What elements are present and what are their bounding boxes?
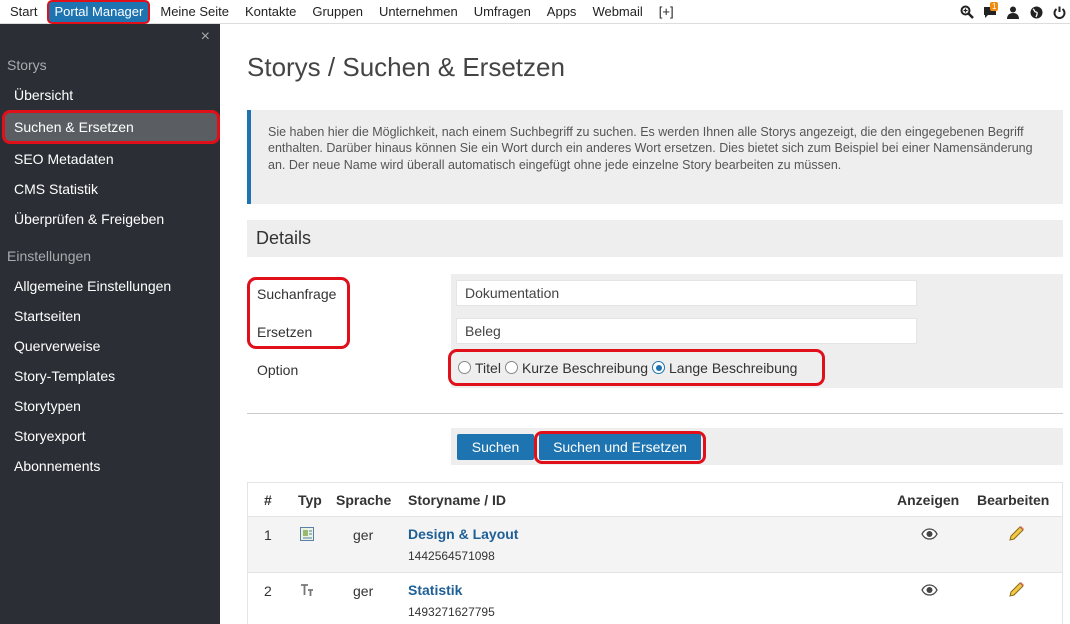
- nav-kontakte[interactable]: Kontakte: [237, 0, 304, 24]
- nav-webmail[interactable]: Webmail: [584, 0, 650, 24]
- sidebar-item-querverweise[interactable]: Querverweise: [0, 331, 220, 361]
- nav-portal-manager[interactable]: Portal Manager: [47, 0, 151, 24]
- nav-add[interactable]: [+]: [651, 0, 682, 24]
- main-content: Storys / Suchen & Ersetzen Sie haben hie…: [220, 24, 1070, 624]
- radio-titel[interactable]: [458, 361, 471, 374]
- option-kurze-beschreibung[interactable]: Kurze Beschreibung: [504, 359, 649, 376]
- radio-kurze-beschreibung[interactable]: [504, 361, 518, 374]
- story-name-link[interactable]: Design & Layout: [408, 526, 518, 542]
- option-titel-label: Titel: [475, 359, 501, 376]
- search-button[interactable]: Suchen: [457, 434, 534, 460]
- sidebar-item-seo-metadaten[interactable]: SEO Metadaten: [0, 144, 220, 174]
- sidebar-item-ueberpruefen[interactable]: Überprüfen & Freigeben: [0, 204, 220, 234]
- results-table: # Typ Sprache Storyname / ID Anzeigen Be…: [247, 482, 1063, 624]
- page-title: Storys / Suchen & Ersetzen: [247, 52, 565, 82]
- table-row: 2 ger Statistik 1493271627795: [247, 572, 1063, 624]
- divider: [247, 413, 1063, 414]
- row-number: 1: [264, 527, 272, 543]
- top-nav: Start Portal Manager Meine Seite Kontakt…: [0, 0, 682, 24]
- sidebar-item-storyexport[interactable]: Storyexport: [0, 421, 220, 451]
- top-icons: 1: [955, 0, 1070, 24]
- row-language: ger: [353, 527, 374, 543]
- notification-badge: 1: [990, 2, 999, 11]
- sidebar-item-story-templates[interactable]: Story-Templates: [0, 361, 220, 391]
- pencil-icon[interactable]: [1008, 581, 1025, 601]
- option-lange-label: Lange Beschreibung: [669, 359, 798, 376]
- option-kurze-label: Kurze Beschreibung: [521, 359, 649, 376]
- sidebar-item-startseiten[interactable]: Startseiten: [0, 301, 220, 331]
- table-row: 1 ger Design & Layout 1442564571098: [247, 516, 1063, 572]
- close-icon[interactable]: ×: [201, 28, 210, 46]
- details-heading: Details: [247, 220, 1063, 257]
- radio-lange-beschreibung[interactable]: [652, 361, 666, 374]
- story-type-icon: [299, 526, 315, 545]
- chat-icon[interactable]: 1: [979, 0, 1001, 24]
- row-number: 2: [264, 583, 272, 599]
- sidebar-section-einstellungen: Einstellungen: [7, 248, 92, 264]
- story-type-icon: [299, 582, 315, 601]
- col-sprache: Sprache: [336, 491, 392, 508]
- table-header: # Typ Sprache Storyname / ID Anzeigen Be…: [247, 482, 1063, 516]
- story-name-link[interactable]: Statistik: [408, 582, 462, 598]
- sidebar-section-storys: Storys: [7, 57, 47, 73]
- sidebar-item-abonnements[interactable]: Abonnements: [0, 451, 220, 481]
- story-id: 1493271627795: [408, 605, 495, 619]
- sidebar-item-uebersicht[interactable]: Übersicht: [0, 80, 220, 110]
- power-icon[interactable]: [1048, 0, 1070, 24]
- nav-apps[interactable]: Apps: [539, 0, 585, 24]
- sidebar-item-storytypen[interactable]: Storytypen: [0, 391, 220, 421]
- col-anzeigen: Anzeigen: [897, 491, 960, 508]
- search-input[interactable]: Dokumentation: [456, 280, 917, 306]
- option-radio-group: Titel Kurze Beschreibung Lange Beschreib…: [448, 349, 825, 386]
- globe-icon[interactable]: [1025, 0, 1047, 24]
- col-number: #: [264, 491, 272, 508]
- col-bearbeiten: Bearbeiten: [977, 491, 1050, 508]
- sidebar-item-allgemeine-einstellungen[interactable]: Allgemeine Einstellungen: [0, 271, 220, 301]
- sidebar: × Storys Übersicht Suchen & Ersetzen SEO…: [0, 24, 220, 624]
- col-typ: Typ: [298, 491, 322, 508]
- nav-umfragen[interactable]: Umfragen: [466, 0, 539, 24]
- option-titel[interactable]: Titel: [458, 360, 501, 376]
- sidebar-item-cms-statistik[interactable]: CMS Statistik: [0, 174, 220, 204]
- search-label: Suchanfrage: [257, 286, 337, 302]
- option-label: Option: [257, 362, 299, 378]
- nav-gruppen[interactable]: Gruppen: [304, 0, 371, 24]
- search-replace-button[interactable]: Suchen und Ersetzen: [539, 434, 701, 460]
- nav-unternehmen[interactable]: Unternehmen: [371, 0, 466, 24]
- replace-input[interactable]: Beleg: [456, 318, 917, 344]
- row-language: ger: [353, 583, 374, 599]
- sidebar-item-suchen-ersetzen[interactable]: Suchen & Ersetzen: [2, 110, 220, 144]
- eye-icon[interactable]: [921, 583, 938, 599]
- replace-label: Ersetzen: [257, 324, 313, 340]
- nav-meine-seite[interactable]: Meine Seite: [152, 0, 237, 24]
- pencil-icon[interactable]: [1008, 525, 1025, 545]
- eye-icon[interactable]: [921, 527, 938, 543]
- user-icon[interactable]: [1002, 0, 1024, 24]
- nav-start[interactable]: Start: [2, 0, 45, 24]
- option-lange-beschreibung[interactable]: Lange Beschreibung: [652, 360, 797, 376]
- story-id: 1442564571098: [408, 549, 495, 563]
- info-box: Sie haben hier die Möglichkeit, nach ein…: [247, 110, 1063, 204]
- top-navigation-bar: Start Portal Manager Meine Seite Kontakt…: [0, 0, 1070, 24]
- zoom-search-icon[interactable]: [956, 0, 978, 24]
- col-storyname: Storyname / ID: [408, 491, 507, 508]
